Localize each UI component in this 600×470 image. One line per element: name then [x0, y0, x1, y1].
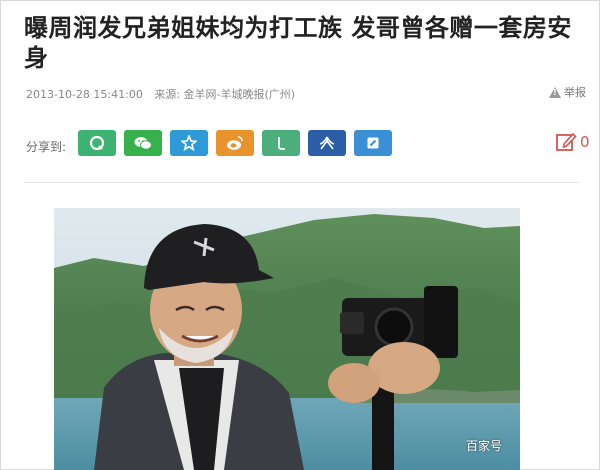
douban-share-button[interactable] [354, 130, 392, 156]
edit-comment-icon [556, 132, 577, 151]
star-icon [181, 135, 197, 151]
divider [24, 182, 580, 183]
article-meta: 2013-10-28 15:41:00 来源: 金羊网-羊城晚报(广州) [26, 86, 303, 102]
tencent-weibo-share-button[interactable] [262, 130, 300, 156]
qzone-share-button[interactable] [170, 130, 208, 156]
publish-datetime: 2013-10-28 15:41:00 [26, 88, 143, 101]
tencent-icon [278, 137, 285, 150]
douban-icon [367, 137, 379, 149]
weibo-icon [227, 136, 243, 150]
report-label: 举报 [564, 86, 586, 99]
warning-icon [549, 86, 561, 98]
comment-button[interactable]: 0 [555, 131, 590, 153]
article-headline: 曝周润发兄弟姐妹均为打工族 发哥曾各赠一套房安身 [24, 14, 572, 72]
wechat-share-button[interactable] [124, 130, 162, 156]
share-buttons [78, 130, 392, 156]
renren-icon [319, 136, 335, 150]
qq-share-button[interactable] [78, 130, 116, 156]
weibo-share-button[interactable] [216, 130, 254, 156]
wechat-icon [134, 137, 152, 150]
photo-illustration [54, 208, 520, 470]
watermark: 百家号 [466, 439, 503, 453]
qq-icon [89, 135, 105, 151]
article-source: 来源: 金羊网-羊城晚报(广州) [154, 88, 296, 101]
comment-count: 0 [580, 133, 590, 151]
share-label: 分享到: [26, 140, 67, 154]
article-photo [54, 208, 520, 470]
renren-share-button[interactable] [308, 130, 346, 156]
report-link[interactable]: 举报 [549, 84, 586, 100]
